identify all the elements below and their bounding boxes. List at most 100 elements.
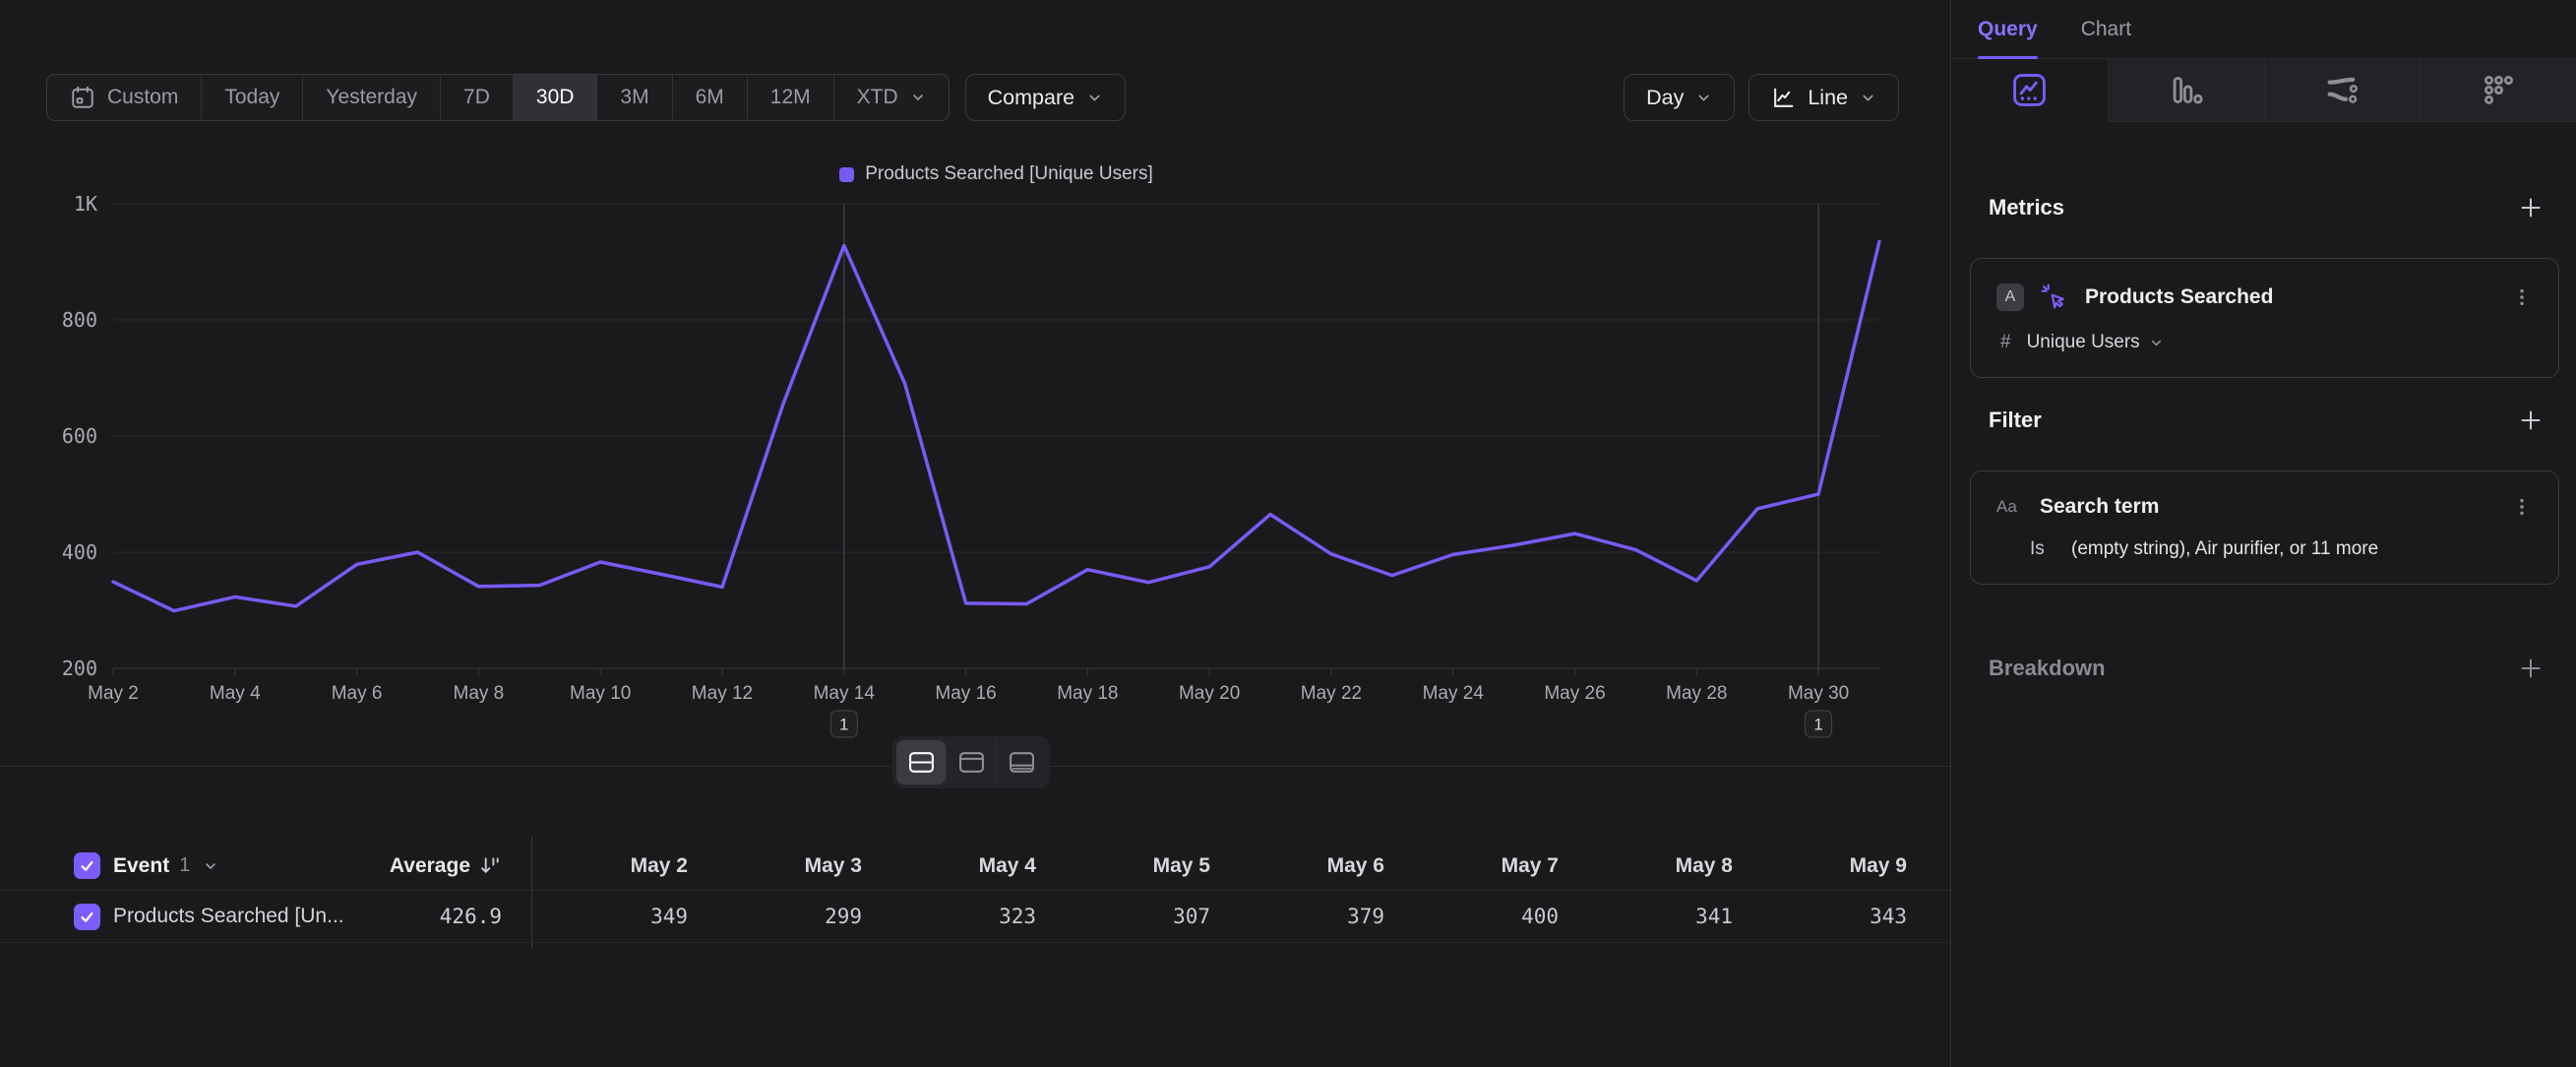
- granularity-dropdown[interactable]: Day: [1624, 74, 1735, 121]
- chevron-down-icon[interactable]: [203, 858, 218, 874]
- date-column-header[interactable]: May 9: [1777, 854, 1951, 878]
- dots-grid-icon: [2481, 72, 2517, 108]
- date-column-header[interactable]: May 4: [906, 854, 1080, 878]
- date-value-cell: 341: [1603, 905, 1777, 928]
- row-checkbox[interactable]: [74, 904, 100, 930]
- chart-controls: Day Line: [1624, 74, 1899, 121]
- series-name: Products Searched [Un...: [113, 905, 344, 928]
- y-axis-label: 400: [62, 540, 97, 564]
- line-chart-icon: [1771, 86, 1796, 110]
- insights-report-tab[interactable]: [1952, 59, 2108, 122]
- date-value-cell: 307: [1080, 905, 1255, 928]
- date-range-7d[interactable]: 7D: [440, 75, 513, 120]
- x-axis-label: May 4: [210, 683, 261, 704]
- date-value-cell: 343: [1777, 905, 1951, 928]
- add-filter-button[interactable]: [2518, 408, 2544, 433]
- metric-menu-button[interactable]: [2511, 286, 2533, 308]
- date-value-cells: 349299323307379400341343: [558, 905, 1951, 928]
- annotation-badge-label: 1: [1813, 716, 1822, 734]
- chart-type-label: Line: [1808, 86, 1848, 110]
- date-range-3m[interactable]: 3M: [596, 75, 671, 120]
- table-row[interactable]: Products Searched [Un... 426.9 349299323…: [0, 891, 1951, 943]
- chart-only-icon: [958, 750, 985, 775]
- date-value-cell: 400: [1429, 905, 1603, 928]
- y-axis-label: 1K: [74, 192, 97, 216]
- bar-chart-icon: [2168, 72, 2204, 108]
- metric-card[interactable]: A Products Searched # Unique Users: [1970, 258, 2559, 378]
- tab-chart[interactable]: Chart: [2081, 0, 2131, 58]
- chart-only-toggle[interactable]: [946, 740, 996, 785]
- x-axis-label: May 6: [332, 683, 383, 704]
- date-column-header[interactable]: May 3: [732, 854, 906, 878]
- y-axis-label: 600: [62, 424, 97, 448]
- filter-heading: Filter: [1989, 408, 2042, 433]
- metric-name[interactable]: Products Searched: [2085, 285, 2273, 309]
- funnels-report-tab[interactable]: [2108, 59, 2264, 122]
- date-column-header[interactable]: May 8: [1603, 854, 1777, 878]
- check-icon: [79, 857, 95, 874]
- filter-value[interactable]: (empty string), Air purifier, or 11 more: [2071, 538, 2378, 560]
- table-only-toggle[interactable]: [996, 740, 1046, 785]
- filter-card[interactable]: Aa Search term Is (empty string), Air pu…: [1970, 471, 2559, 585]
- event-column-header: Event: [113, 854, 169, 878]
- date-column-header[interactable]: May 2: [558, 854, 732, 878]
- measure-dropdown[interactable]: Unique Users: [2027, 332, 2164, 353]
- date-range-custom[interactable]: Custom: [47, 75, 201, 120]
- x-axis-label: May 2: [88, 683, 139, 704]
- date-range-segmented-control: CustomTodayYesterday7D30D3M6M12MXTD: [46, 74, 950, 121]
- plus-icon: [2518, 408, 2544, 433]
- date-range-6m[interactable]: 6M: [672, 75, 747, 120]
- kebab-menu-icon: [2511, 286, 2533, 308]
- date-column-header[interactable]: May 7: [1429, 854, 1603, 878]
- x-axis-label: May 28: [1666, 683, 1727, 704]
- metric-letter-badge: A: [1996, 283, 2024, 311]
- series-line[interactable]: [113, 241, 1879, 610]
- add-metric-button[interactable]: [2518, 195, 2544, 220]
- date-column-header[interactable]: May 5: [1080, 854, 1255, 878]
- cursor-click-icon: [2040, 282, 2069, 312]
- date-value-cell: 379: [1255, 905, 1429, 928]
- select-all-checkbox[interactable]: [74, 852, 100, 879]
- date-range-today[interactable]: Today: [201, 75, 302, 120]
- date-range-30d[interactable]: 30D: [513, 75, 597, 120]
- add-breakdown-button[interactable]: [2518, 656, 2544, 681]
- filter-property-name[interactable]: Search term: [2040, 495, 2159, 519]
- toolbar: CustomTodayYesterday7D30D3M6M12MXTD Comp…: [46, 74, 1899, 121]
- table-header-fixed: Event 1 Average: [0, 852, 531, 879]
- date-column-header[interactable]: May 6: [1255, 854, 1429, 878]
- chevron-down-icon: [1695, 90, 1712, 106]
- compare-button[interactable]: Compare: [965, 74, 1126, 121]
- date-value-cell: 299: [732, 905, 906, 928]
- tab-query[interactable]: Query: [1978, 0, 2038, 58]
- x-axis-label: May 20: [1179, 683, 1240, 704]
- filter-menu-button[interactable]: [2511, 496, 2533, 518]
- x-axis-label: May 22: [1301, 683, 1362, 704]
- chevron-down-icon: [1860, 90, 1876, 106]
- split-view-toggle[interactable]: [896, 740, 946, 785]
- sort-descending-icon: [479, 854, 502, 877]
- table-row-fixed: Products Searched [Un... 426.9: [0, 904, 531, 930]
- date-column-headers: May 2May 3May 4May 5May 6May 7May 8May 9: [558, 854, 1951, 878]
- flows-report-tab[interactable]: [2264, 59, 2421, 122]
- date-range-12m[interactable]: 12M: [747, 75, 833, 120]
- chevron-down-icon: [1086, 90, 1103, 106]
- annotation-badge-label: 1: [839, 716, 848, 734]
- chevron-down-icon: [2149, 336, 2164, 350]
- measure-prefix: #: [2000, 332, 2011, 353]
- average-column-header[interactable]: Average: [390, 854, 502, 878]
- kebab-menu-icon: [2511, 496, 2533, 518]
- split-view-icon: [908, 750, 935, 775]
- insights-icon: [2011, 72, 2048, 108]
- plus-icon: [2518, 195, 2544, 220]
- check-icon: [79, 909, 95, 925]
- line-chart[interactable]: 1K80060040020011May 2May 4May 6May 8May …: [0, 128, 1951, 753]
- layout-toggle-group: [892, 736, 1050, 788]
- chart-type-dropdown[interactable]: Line: [1748, 74, 1899, 121]
- date-range-yesterday[interactable]: Yesterday: [302, 75, 440, 120]
- event-count: 1: [179, 854, 190, 877]
- panel-tabs: Query Chart: [1952, 0, 2576, 59]
- filter-operator[interactable]: Is: [2030, 538, 2055, 560]
- date-range-xtd[interactable]: XTD: [833, 75, 949, 120]
- x-axis-label: May 12: [692, 683, 753, 704]
- retention-report-tab[interactable]: [2420, 59, 2576, 122]
